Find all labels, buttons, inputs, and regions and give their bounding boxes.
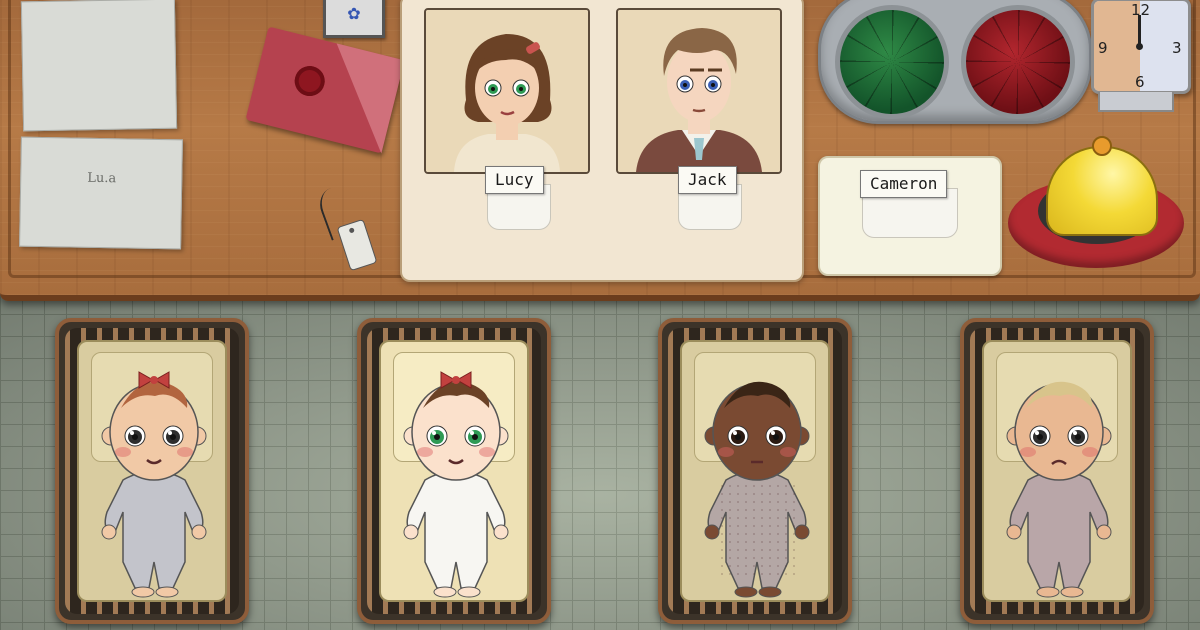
clock-stand <box>1098 92 1174 112</box>
clock: 12 3 6 9 <box>1091 0 1191 94</box>
baby-name-card: Cameron <box>818 156 1002 276</box>
crib-2[interactable] <box>357 318 551 624</box>
baby-onesie <box>406 470 506 589</box>
mother-name-tag: Lucy <box>485 166 544 194</box>
mother-portrait[interactable] <box>424 8 590 174</box>
baby-onesie <box>1009 470 1109 589</box>
framed-photo[interactable]: ✿ <box>323 0 385 38</box>
wax-seal-icon <box>291 62 328 100</box>
crib-1[interactable] <box>55 318 249 624</box>
baby-onesie <box>104 470 204 589</box>
clock-pivot <box>1136 43 1143 50</box>
bell-knob <box>1092 136 1112 156</box>
note-paper-2[interactable]: Lu.a <box>19 136 183 250</box>
parents-panel: Lucy Jack <box>400 0 804 282</box>
baby-4-icon <box>1006 381 1112 598</box>
clock-number-9: 9 <box>1098 39 1108 57</box>
clock-number-6: 6 <box>1135 73 1145 91</box>
baby-name-tag: Cameron <box>860 170 948 198</box>
verdict-tray <box>818 0 1092 124</box>
note-scribble: Lu.a <box>87 170 117 187</box>
note-paper-1[interactable] <box>20 0 178 132</box>
mother-avatar-icon <box>426 10 588 172</box>
father-avatar-icon <box>618 10 780 172</box>
father-name-tag: Jack <box>678 166 737 194</box>
red-reject-button[interactable] <box>961 5 1075 119</box>
father-portrait[interactable] <box>616 8 782 174</box>
baby-1-icon <box>101 371 207 598</box>
clock-number-3: 3 <box>1172 39 1182 57</box>
clock-hand <box>1138 15 1141 45</box>
baby-onesie <box>707 470 807 589</box>
baby-2-icon <box>403 371 509 598</box>
flower-icon: ✿ <box>347 4 361 23</box>
green-approve-button[interactable] <box>835 5 949 119</box>
crib-3[interactable] <box>658 318 852 624</box>
crib-4[interactable] <box>960 318 1154 624</box>
baby-3-icon <box>704 381 810 598</box>
